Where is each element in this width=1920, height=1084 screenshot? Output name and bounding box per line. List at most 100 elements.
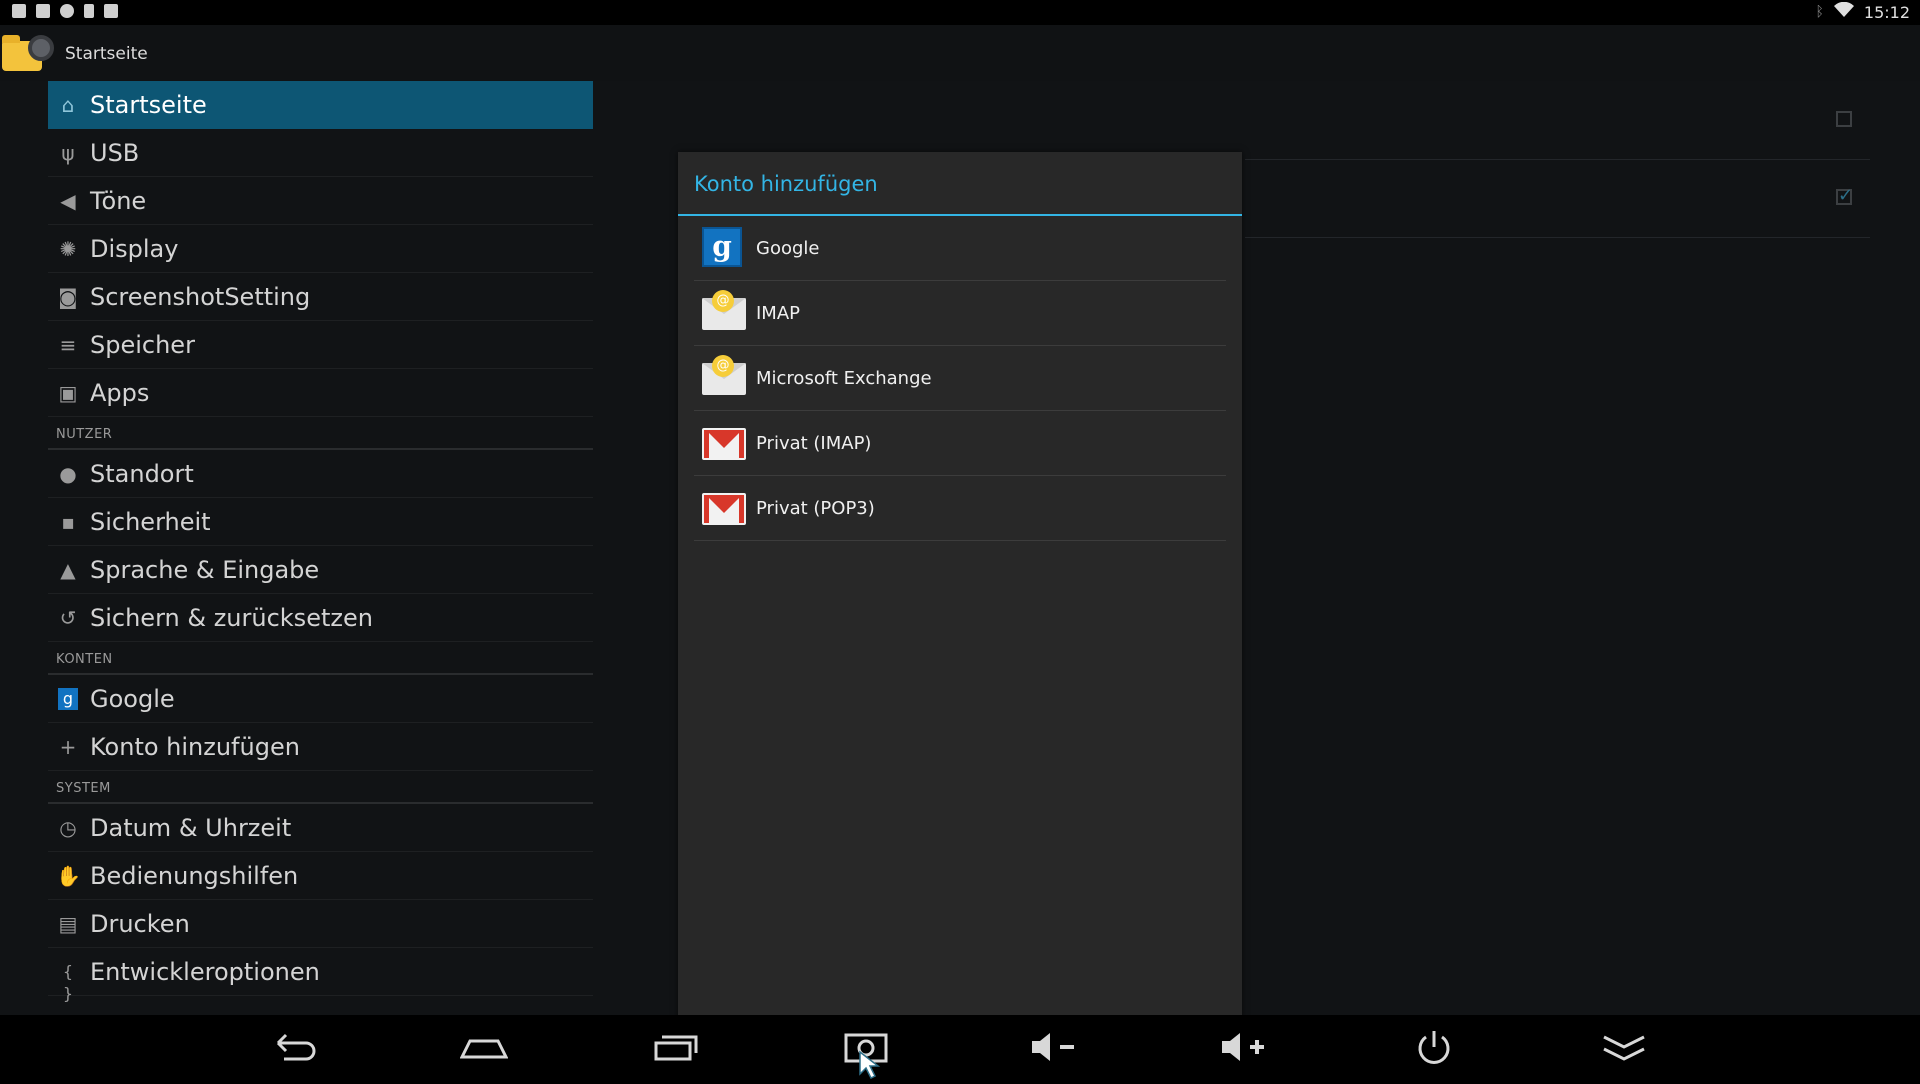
backup-icon: ↺ [59,605,77,630]
volume-up-icon[interactable] [1220,1029,1268,1065]
settings-folder-icon[interactable] [2,33,58,77]
volume-down-icon[interactable] [1030,1029,1078,1065]
sidebar-item-konto-hinzufuegen[interactable]: + Konto hinzufügen [48,723,593,771]
sidebar-item-screenshotsetting[interactable]: ◙ ScreenshotSetting [48,273,593,321]
sidebar-item-label: Drucken [90,909,190,938]
sidebar-item-usb[interactable]: ψ USB [48,129,593,177]
sound-icon: ◀ [60,188,76,213]
clock-icon: ◷ [59,815,77,840]
camera-icon: ◙ [58,284,78,309]
gamepad-icon [36,4,50,18]
gmail-icon [702,422,746,464]
sidebar-item-bedienungshilfen[interactable]: ✋ Bedienungshilfen [48,852,593,900]
sidebar-item-sicherheit[interactable]: ▪ Sicherheit [48,498,593,546]
circle-icon [60,4,74,18]
location-icon: ● [59,461,77,486]
sidebar-item-sichern[interactable]: ↺ Sichern & zurücksetzen [48,594,593,642]
hide-bar-icon[interactable] [1600,1029,1648,1065]
navigation-bar [0,1015,1920,1080]
bluetooth-icon: ᛒ [1815,4,1824,20]
home-icon: ⌂ [61,93,75,117]
sidebar-item-label: USB [90,138,140,167]
sidebar-item-label: Speicher [90,330,195,359]
mouse-cursor-icon [858,1050,888,1080]
account-option-label: Privat (POP3) [756,497,875,519]
sidebar-item-label: Standort [90,459,194,488]
plus-icon: + [59,734,77,759]
sdcard-icon [84,4,94,18]
apps-icon: ▣ [58,380,78,405]
status-time: 15:12 [1863,2,1910,22]
section-header-label: SYSTEM [56,781,111,796]
section-header-system: SYSTEM [48,771,593,804]
sidebar-item-label: Sicherheit [90,507,211,536]
sidebar-item-label: Startseite [90,91,207,119]
storage-icon: ≡ [59,332,77,357]
braces-icon: { } [62,961,74,1003]
sidebar-item-standort[interactable]: ● Standort [48,450,593,498]
account-option-exchange[interactable]: @ Microsoft Exchange [694,346,1226,411]
action-bar: Startseite [0,25,1920,81]
sidebar-item-label: Apps [90,378,150,407]
power-icon[interactable] [1410,1029,1458,1065]
section-header-konten: KONTEN [48,642,593,675]
sidebar-item-datum-uhrzeit[interactable]: ◷ Datum & Uhrzeit [48,804,593,852]
dialog-title: Konto hinzufügen [694,172,878,196]
hand-icon: ✋ [56,863,81,888]
notification-icons [12,4,118,18]
sidebar-item-label: Sprache & Eingabe [90,555,320,584]
back-icon[interactable] [270,1029,318,1065]
sidebar-item-label: Sichern & zurücksetzen [90,603,373,632]
account-option-label: IMAP [756,302,801,324]
sidebar-item-startseite[interactable]: ⌂ Startseite [48,81,593,129]
email-icon: @ [702,355,746,399]
recents-icon[interactable] [652,1029,700,1065]
language-icon: ▲ [60,557,76,582]
pane-divider [1245,237,1870,238]
section-header-label: NUTZER [56,427,113,442]
lock-icon: ▪ [61,509,75,534]
account-option-google[interactable]: g Google [694,216,1226,281]
account-option-label: Privat (IMAP) [756,432,872,454]
gallery-icon [12,4,26,18]
sidebar-item-entwickleroptionen[interactable]: { } Entwickleroptionen [48,948,593,1003]
account-option-privat-pop3[interactable]: Privat (POP3) [694,476,1226,541]
section-header-label: KONTEN [56,652,113,667]
account-option-label: Microsoft Exchange [756,367,932,389]
sidebar-item-label: Entwickleroptionen [90,957,320,986]
sidebar-item-display[interactable]: ✺ Display [48,225,593,273]
system-indicators: ᛒ 15:12 [1815,1,1910,22]
sidebar-item-label: Datum & Uhrzeit [90,813,292,842]
sidebar-item-label: Bedienungshilfen [90,861,299,890]
action-bar-title: Startseite [65,44,148,64]
sidebar-item-apps[interactable]: ▣ Apps [48,369,593,417]
sidebar-item-label: ScreenshotSetting [90,282,311,311]
settings-main: ⌂ Startseite ψ USB ◀ Töne ✺ Display ◙ Sc… [0,81,1920,1048]
sidebar-item-sprache[interactable]: ▲ Sprache & Eingabe [48,546,593,594]
google-icon: g [58,687,78,710]
account-option-privat-imap[interactable]: Privat (IMAP) [694,411,1226,476]
email-icon: @ [702,290,746,334]
sidebar-item-google[interactable]: g Google [48,675,593,723]
usb-icon: ψ [61,140,75,165]
account-option-imap[interactable]: @ IMAP [694,281,1226,346]
sidebar-item-label: Google [90,684,175,713]
briefcase-icon [104,4,118,18]
pane-divider [1245,159,1870,160]
pane-checkbox-checked[interactable] [1836,185,1853,206]
sidebar-item-toene[interactable]: ◀ Töne [48,177,593,225]
google-icon: g [702,227,746,269]
sidebar-item-label: Töne [90,186,147,215]
sidebar-item-drucken[interactable]: ▤ Drucken [48,900,593,948]
account-option-label: Google [756,237,820,259]
gmail-icon [702,487,746,529]
dialog-title-bar: Konto hinzufügen [678,152,1242,216]
status-bar: ᛒ 15:12 [0,0,1920,25]
section-header-nutzer: NUTZER [48,417,593,450]
add-account-dialog: Konto hinzufügen g Google @ IMAP @ Micro… [678,152,1242,1048]
settings-sidebar: ⌂ Startseite ψ USB ◀ Töne ✺ Display ◙ Sc… [48,81,593,1003]
pane-checkbox[interactable] [1836,111,1852,127]
home-icon[interactable] [459,1029,509,1065]
wifi-icon [1833,1,1854,22]
sidebar-item-speicher[interactable]: ≡ Speicher [48,321,593,369]
